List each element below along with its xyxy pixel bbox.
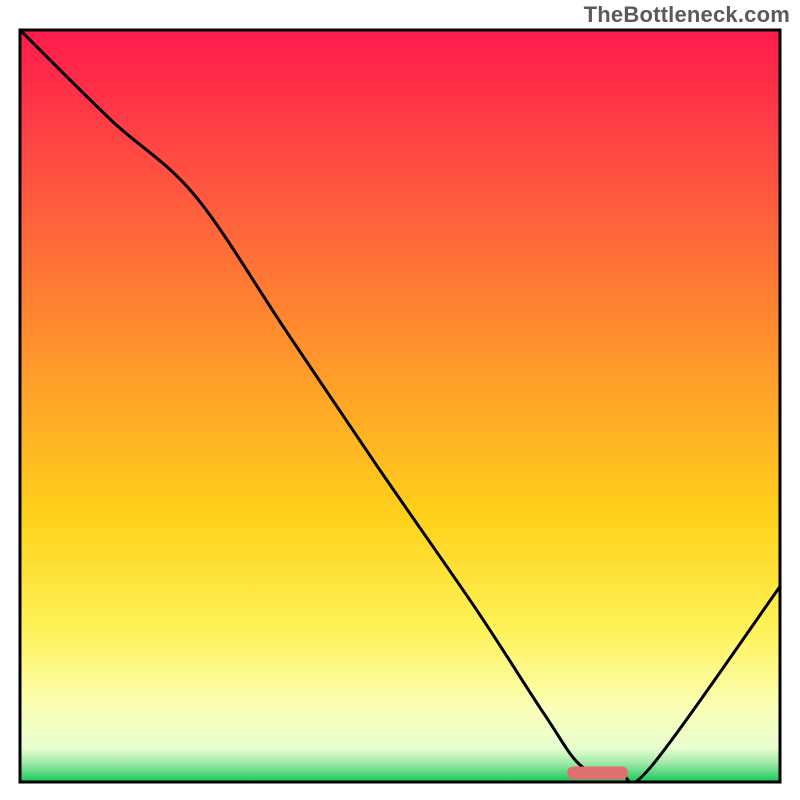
heat-gradient-background [20, 30, 780, 782]
watermark-text: TheBottleneck.com [584, 2, 790, 28]
optimal-range-marker [567, 766, 628, 779]
bottleneck-chart [0, 0, 800, 800]
chart-stage: TheBottleneck.com [0, 0, 800, 800]
